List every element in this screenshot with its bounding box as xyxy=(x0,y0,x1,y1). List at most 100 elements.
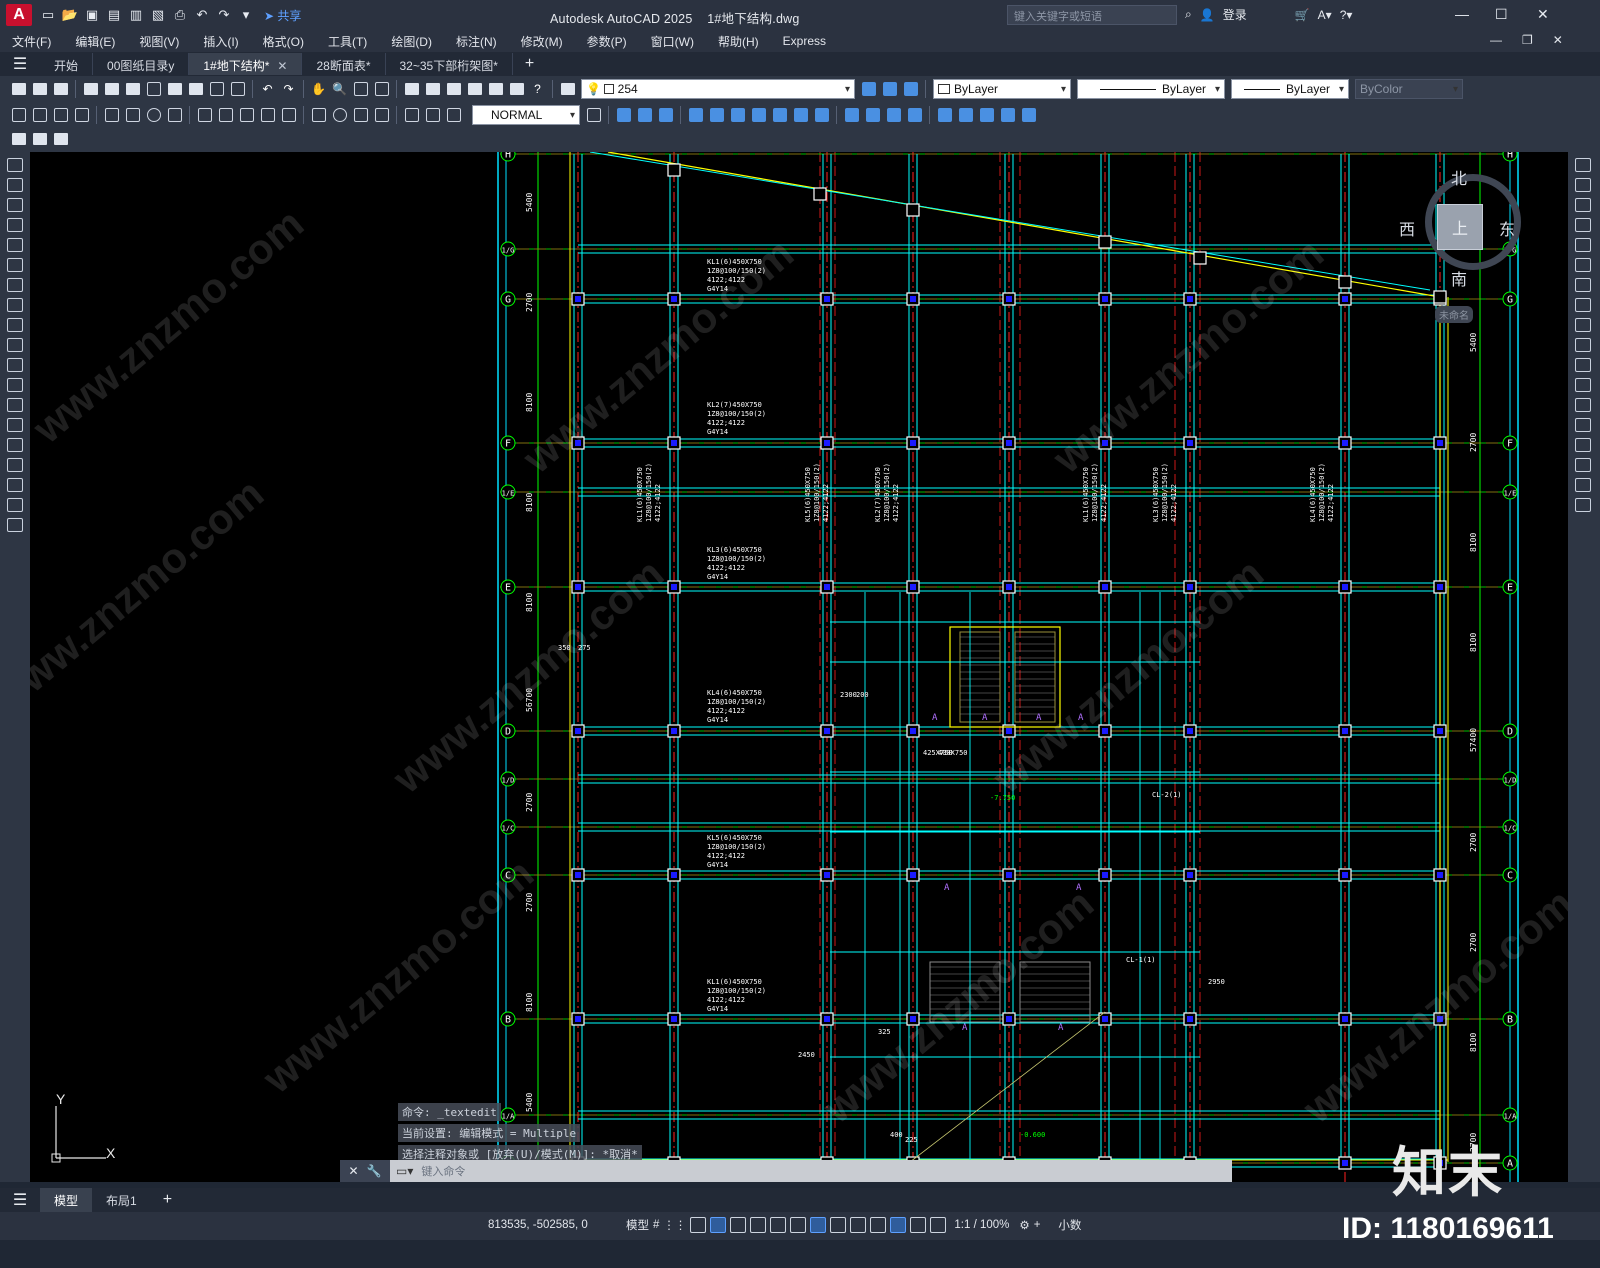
dim-edit-icon[interactable] xyxy=(402,106,421,125)
doc-tab[interactable]: 28断面表* xyxy=(302,53,386,75)
draw-tool-icon[interactable] xyxy=(7,418,23,432)
selection-cycling-icon[interactable] xyxy=(850,1217,867,1233)
clean-icon[interactable] xyxy=(998,106,1017,125)
sweep-icon[interactable] xyxy=(728,106,747,125)
dim-space-icon[interactable] xyxy=(258,106,277,125)
tolerance-icon[interactable] xyxy=(309,106,328,125)
help-icon[interactable]: ?▾ xyxy=(1340,8,1353,22)
modify-tool-icon[interactable] xyxy=(1575,498,1591,512)
draw-tool-icon[interactable] xyxy=(7,178,23,192)
wrench-icon[interactable]: 🔧 xyxy=(367,1164,382,1178)
web-save-icon[interactable]: ▥ xyxy=(126,5,146,25)
customize-dropdown-icon[interactable]: ▾ xyxy=(236,5,256,25)
cart-icon[interactable]: 🛒 xyxy=(1295,8,1310,22)
hamburger-menu-icon[interactable]: ☰ xyxy=(0,54,40,74)
3d-osnap-icon[interactable] xyxy=(870,1217,887,1233)
menu-item[interactable]: 参数(P) xyxy=(575,33,639,50)
continue-dim-icon[interactable] xyxy=(237,106,256,125)
menu-item[interactable]: 修改(M) xyxy=(509,33,575,50)
modify-tool-icon[interactable] xyxy=(1575,418,1591,432)
thicken-icon[interactable] xyxy=(905,106,924,125)
arc-length-icon[interactable] xyxy=(51,106,70,125)
modify-tool-icon[interactable] xyxy=(1575,258,1591,272)
undo-tool-icon[interactable]: ↶ xyxy=(258,80,277,99)
doc-restore-button[interactable]: ❐ xyxy=(1522,33,1533,47)
plotstyle-dropdown[interactable]: ByColor xyxy=(1355,79,1463,99)
sheet-set-icon[interactable] xyxy=(465,80,484,99)
dim-style-icon[interactable] xyxy=(584,106,603,125)
layout-tab[interactable]: 模型 xyxy=(40,1187,93,1213)
ortho-icon[interactable] xyxy=(690,1217,707,1233)
modify-tool-icon[interactable] xyxy=(1575,438,1591,452)
draw-tool-icon[interactable] xyxy=(7,338,23,352)
modify-tool-icon[interactable] xyxy=(1575,238,1591,252)
publish-icon[interactable] xyxy=(123,80,142,99)
quick-dim-icon[interactable] xyxy=(195,106,214,125)
viewcube-east[interactable]: 东 xyxy=(1499,216,1515,240)
linetype-dropdown[interactable]: ByLayer xyxy=(1077,79,1225,99)
menu-item[interactable]: Express xyxy=(771,34,838,48)
draw-tool-icon[interactable] xyxy=(7,398,23,412)
layer-properties-icon[interactable] xyxy=(558,80,577,99)
coordinate-readout[interactable]: 813535, -502585, 0 xyxy=(488,1219,588,1231)
jogged-dim-icon[interactable] xyxy=(123,106,142,125)
draw-tool-icon[interactable] xyxy=(7,358,23,372)
save-as-icon[interactable]: ▤ xyxy=(104,5,124,25)
menu-item[interactable]: 标注(N) xyxy=(444,33,509,50)
save-tool-icon[interactable] xyxy=(51,80,70,99)
viewcube[interactable]: 上 北 南 东 西 未命名 xyxy=(1399,170,1525,323)
modify-tool-icon[interactable] xyxy=(1575,458,1591,472)
open-icon[interactable] xyxy=(30,80,49,99)
layer-previous-icon[interactable] xyxy=(880,80,899,99)
undo-icon[interactable]: ↶ xyxy=(192,5,212,25)
object-snap-tracking-icon[interactable] xyxy=(770,1217,787,1233)
inspection-icon[interactable] xyxy=(351,106,370,125)
drawing-canvas[interactable]: H H 1/G 1/G G G F F 1/E 1/E E E D D 1/D 1/D 1/C 1/C C C B B 1/… xyxy=(30,152,1568,1182)
menu-item[interactable]: 帮助(H) xyxy=(706,33,771,50)
doc-tab[interactable]: 00图纸目录y xyxy=(93,53,190,75)
cad-drawing[interactable]: H H1/G 1/GG GF F1/E 1/EE ED D1/D 1/D1/C 1/CC CB B1/… xyxy=(30,152,1568,1182)
layer-state-icon[interactable] xyxy=(901,80,920,99)
draw-tool-icon[interactable] xyxy=(7,438,23,452)
model-space-button[interactable]: 模型 xyxy=(626,1217,649,1233)
dynamic-input-icon[interactable] xyxy=(710,1217,727,1233)
new-file-icon[interactable]: ▭ xyxy=(38,5,58,25)
menu-item[interactable]: 绘图(D) xyxy=(379,33,444,50)
viewcube-north[interactable]: 北 xyxy=(1451,165,1467,189)
transparency-icon[interactable] xyxy=(830,1217,847,1233)
modify-tool-icon[interactable] xyxy=(1575,478,1591,492)
menu-item[interactable]: 格式(O) xyxy=(251,33,316,50)
copy-icon[interactable] xyxy=(165,80,184,99)
save-block-icon[interactable] xyxy=(30,130,49,149)
close-block-icon[interactable] xyxy=(51,130,70,149)
new-tab-icon[interactable]: + xyxy=(513,55,546,73)
viewcube-west[interactable]: 西 xyxy=(1399,216,1415,240)
menu-item[interactable]: 窗口(W) xyxy=(639,33,706,50)
search-input[interactable]: 键入关键字或短语 xyxy=(1007,5,1177,25)
modify-tool-icon[interactable] xyxy=(1575,278,1591,292)
modify-tool-icon[interactable] xyxy=(1575,218,1591,232)
close-icon[interactable]: ✕ xyxy=(348,1164,358,1178)
tool-palettes-icon[interactable] xyxy=(444,80,463,99)
print-icon[interactable]: ⎙ xyxy=(170,5,190,25)
polar-icon[interactable] xyxy=(730,1217,747,1233)
block-editor-icon[interactable] xyxy=(228,80,247,99)
lineweight-icon[interactable] xyxy=(810,1217,827,1233)
auto-scale-icon[interactable] xyxy=(910,1217,927,1233)
imprint-icon[interactable] xyxy=(977,106,996,125)
grid-icon[interactable]: # xyxy=(653,1219,659,1231)
minimize-button[interactable]: — xyxy=(1455,6,1469,22)
autodesk-icon[interactable]: A▾ xyxy=(1318,8,1332,22)
draw-tool-icon[interactable] xyxy=(7,238,23,252)
intersect-icon[interactable] xyxy=(812,106,831,125)
wcs-label[interactable]: 未命名 xyxy=(1435,306,1473,323)
check-icon[interactable] xyxy=(1019,106,1038,125)
modify-tool-icon[interactable] xyxy=(1575,338,1591,352)
doc-tab[interactable]: 1#地下结构* ✕ xyxy=(189,53,303,75)
diameter-dim-icon[interactable] xyxy=(144,106,163,125)
menu-item[interactable]: 视图(V) xyxy=(127,33,191,50)
separate-icon[interactable] xyxy=(956,106,975,125)
modify-tool-icon[interactable] xyxy=(1575,178,1591,192)
draw-tool-icon[interactable] xyxy=(7,458,23,472)
plot-icon[interactable] xyxy=(81,80,100,99)
